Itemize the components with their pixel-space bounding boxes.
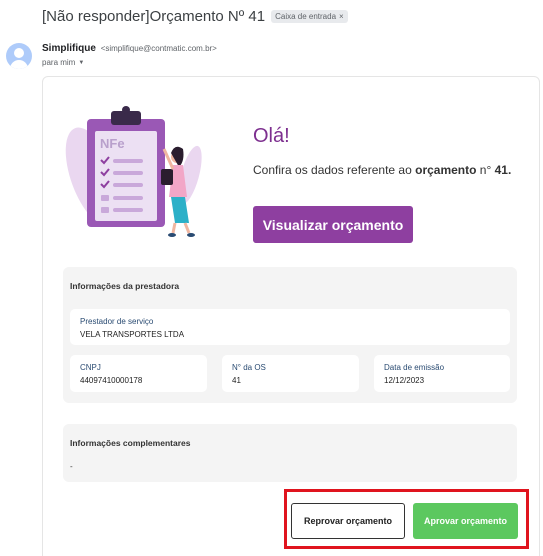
approve-budget-button[interactable]: Aprovar orçamento [413, 503, 518, 539]
sender-line: Simplifique <simplifique@contmatic.com.b… [42, 43, 217, 54]
avatar-head-shape [14, 48, 24, 58]
subject-row: [Não responder]Orçamento Nº 41 Caixa de … [42, 8, 348, 25]
complementary-section-title: Informações complementares [70, 438, 191, 448]
sender-email: <simplifique@contmatic.com.br> [100, 44, 217, 53]
budget-message: Confira os dados referente ao orçamento … [253, 163, 511, 177]
issue-date-value: 12/12/2023 [384, 376, 425, 385]
issue-date-label: Data de emissão [384, 363, 445, 372]
view-budget-button[interactable]: Visualizar orçamento [253, 206, 413, 243]
nfe-badge-text: NFe [100, 136, 125, 151]
chevron-down-icon[interactable]: ▼ [78, 60, 84, 66]
inbox-label-text: Caixa de entrada [275, 12, 337, 21]
os-number-box: N° da OS 41 [222, 355, 359, 392]
complementary-value: - [70, 462, 73, 471]
provider-section-title: Informações da prestadora [70, 281, 180, 291]
email-card: NFe Olá! Confira os dados referente ao o… [42, 76, 540, 556]
cnpj-box: CNPJ 44097410000178 [70, 355, 207, 392]
provider-value: VELA TRANSPORTES LTDA [80, 330, 185, 339]
cnpj-value: 44097410000178 [80, 376, 143, 385]
provider-info-section: Informações da prestadora Prestador de s… [63, 267, 517, 403]
recipient-text: para mim [42, 58, 76, 67]
cnpj-label: CNPJ [80, 363, 101, 372]
clipboard-illustration: NFe [65, 106, 202, 237]
inbox-label-chip[interactable]: Caixa de entrada × [271, 10, 348, 23]
reject-budget-button[interactable]: Reprovar orçamento [291, 503, 405, 539]
complementary-info-section: Informações complementares - [63, 424, 517, 482]
provider-label: Prestador de serviço [80, 317, 154, 326]
sender-avatar[interactable] [6, 43, 32, 69]
message-prefix: Confira os dados referente ao [253, 163, 416, 177]
provider-box: Prestador de serviço VELA TRANSPORTES LT… [70, 309, 510, 345]
email-subject: [Não responder]Orçamento Nº 41 [42, 8, 266, 25]
issue-date-box: Data de emissão 12/12/2023 [374, 355, 510, 392]
remove-label-icon[interactable]: × [339, 12, 344, 21]
recipient-details[interactable]: para mim ▼ [42, 58, 84, 67]
message-mid: n° [476, 163, 495, 177]
greeting-heading: Olá! [253, 125, 290, 147]
message-bold-number: 41. [494, 163, 512, 177]
os-number-label: N° da OS [232, 363, 266, 372]
os-number-value: 41 [232, 376, 241, 385]
sender-name[interactable]: Simplifique [42, 43, 96, 54]
message-bold-orcamento: orçamento [415, 163, 477, 177]
avatar-body-shape [10, 60, 28, 69]
